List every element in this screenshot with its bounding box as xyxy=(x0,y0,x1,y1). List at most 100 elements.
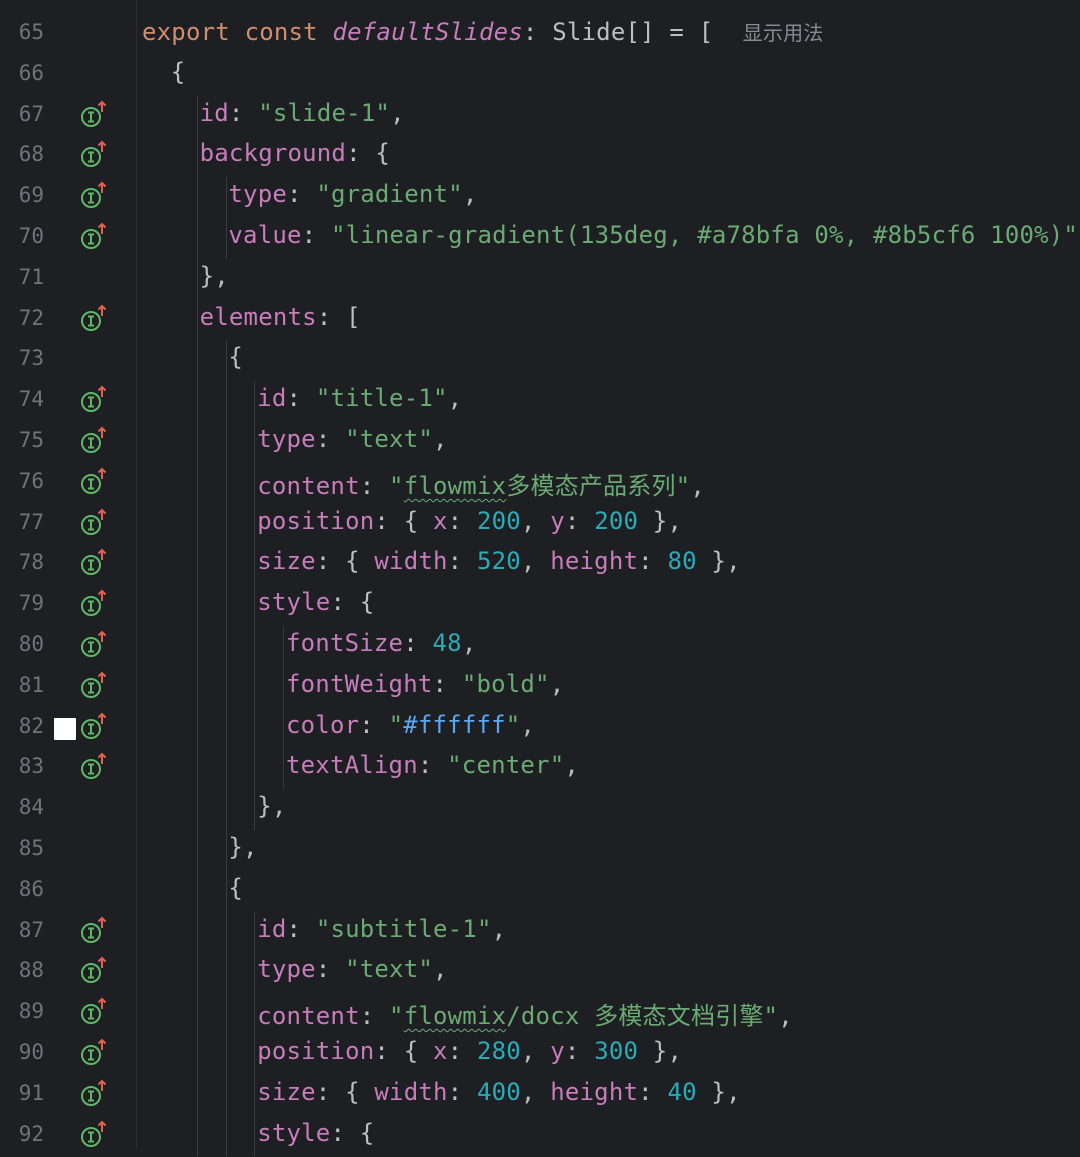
code-text[interactable]: style: { xyxy=(257,1119,374,1147)
code-token: const xyxy=(244,18,318,46)
implementation-up-arrow-icon[interactable] xyxy=(80,100,108,130)
implementation-up-arrow-icon[interactable] xyxy=(80,304,108,334)
code-token: 80 xyxy=(667,547,697,576)
code-token: , xyxy=(778,1002,793,1031)
code-line[interactable]: 91 size: { width: 400, height: 40 }, xyxy=(0,1075,1080,1116)
implementation-up-arrow-icon[interactable] xyxy=(80,630,108,660)
code-text[interactable]: type: "text", xyxy=(257,425,447,453)
code-token: , xyxy=(462,180,478,209)
code-line[interactable]: 76 content: "flowmix多模态产品系列", xyxy=(0,463,1080,504)
code-text[interactable]: type: "text", xyxy=(257,955,447,983)
code-line[interactable]: 84}, xyxy=(0,789,1080,830)
code-line[interactable]: 78 size: { width: 520, height: 80 }, xyxy=(0,544,1080,585)
code-token: export xyxy=(142,18,230,46)
code-text[interactable]: export const defaultSlides: Slide[] = [ … xyxy=(142,17,823,46)
code-text[interactable]: content: "flowmix多模态产品系列", xyxy=(257,466,705,501)
implementation-up-arrow-icon[interactable] xyxy=(80,1038,108,1068)
line-number: 82 xyxy=(18,713,44,738)
code-line[interactable]: 82 color: "#ffffff", xyxy=(0,708,1080,749)
implementation-up-arrow-icon[interactable] xyxy=(80,181,108,211)
code-text[interactable]: value: "linear-gradient(135deg, #a78bfa … xyxy=(228,221,1080,249)
line-number: 73 xyxy=(18,346,44,371)
code-text[interactable]: fontWeight: "bold", xyxy=(286,670,564,698)
implementation-up-arrow-icon[interactable] xyxy=(80,752,108,782)
line-number: 71 xyxy=(18,264,44,289)
code-line[interactable]: 65 export const defaultSlides: Slide[] = … xyxy=(0,14,1080,55)
code-text[interactable]: background: { xyxy=(200,139,390,167)
code-line[interactable]: 79 style: { xyxy=(0,585,1080,626)
code-text[interactable]: { xyxy=(171,58,186,86)
code-token: : { xyxy=(346,139,391,168)
implementation-up-arrow-icon[interactable] xyxy=(80,385,108,415)
code-line[interactable]: 92 style: { xyxy=(0,1116,1080,1157)
code-token: , xyxy=(520,1037,551,1065)
code-text[interactable]: { xyxy=(228,874,243,902)
code-line[interactable]: 86 { xyxy=(0,871,1080,912)
code-line[interactable]: 88 type: "text", xyxy=(0,952,1080,993)
code-text[interactable]: id: "title-1", xyxy=(257,384,462,412)
code-token: position xyxy=(257,506,375,535)
code-line[interactable]: 67 id: "slide-1", xyxy=(0,96,1080,137)
code-line[interactable]: 80 fontSize: 48, xyxy=(0,626,1080,667)
code-token: , xyxy=(564,751,580,780)
code-line[interactable]: 83 textAlign: "center", xyxy=(0,748,1080,789)
code-text[interactable]: }, xyxy=(257,792,286,820)
code-line[interactable]: 81 fontWeight: "bold", xyxy=(0,667,1080,708)
code-line[interactable]: 89 content: "flowmix/docx 多模态文档引擎", xyxy=(0,993,1080,1034)
code-token: "title-1" xyxy=(315,384,448,413)
implementation-up-arrow-icon[interactable] xyxy=(80,997,108,1027)
code-text[interactable]: size: { width: 520, height: 80 }, xyxy=(257,547,741,575)
implementation-up-arrow-icon[interactable] xyxy=(80,956,108,986)
code-line[interactable]: 77 position: { x: 200, y: 200 }, xyxy=(0,504,1080,545)
code-editor[interactable]: 65 export const defaultSlides: Slide[] = … xyxy=(0,0,1080,1157)
code-line[interactable]: 69 type: "gradient", xyxy=(0,177,1080,218)
code-line[interactable]: 87 id: "subtitle-1", xyxy=(0,912,1080,953)
code-line[interactable]: 66 { xyxy=(0,55,1080,96)
implementation-up-arrow-icon[interactable] xyxy=(80,222,108,252)
code-token: , xyxy=(520,1077,551,1106)
implementation-up-arrow-icon[interactable] xyxy=(80,1079,108,1109)
color-swatch-marker[interactable] xyxy=(54,717,76,740)
implementation-up-arrow-icon[interactable] xyxy=(80,589,108,619)
code-text[interactable]: style: { xyxy=(257,588,374,616)
implementation-up-arrow-icon[interactable] xyxy=(80,712,108,742)
code-line[interactable]: 74 id: "title-1", xyxy=(0,381,1080,422)
code-line[interactable]: 72 elements: [ xyxy=(0,300,1080,341)
code-line[interactable]: 90 position: { x: 280, y: 300 }, xyxy=(0,1034,1080,1075)
implementation-up-arrow-icon[interactable] xyxy=(80,508,108,538)
code-line[interactable]: 85}, xyxy=(0,830,1080,871)
code-text[interactable]: type: "gradient", xyxy=(228,180,477,208)
code-text[interactable]: id: "slide-1", xyxy=(200,99,405,127)
code-line[interactable]: 70 value: "linear-gradient(135deg, #a78bf… xyxy=(0,218,1080,259)
code-line[interactable]: 68 background: { xyxy=(0,136,1080,177)
code-token: , xyxy=(433,955,448,984)
code-text[interactable]: { xyxy=(228,343,243,371)
line-number: 72 xyxy=(18,305,44,330)
line-number: 70 xyxy=(18,224,44,248)
code-text[interactable]: position: { x: 280, y: 300 }, xyxy=(257,1037,682,1065)
code-text[interactable]: elements: [ xyxy=(200,303,361,331)
code-text[interactable]: content: "flowmix/docx 多模态文档引擎", xyxy=(257,996,793,1031)
implementation-up-arrow-icon[interactable] xyxy=(80,426,108,456)
implementation-up-arrow-icon[interactable] xyxy=(80,916,108,946)
code-text[interactable]: textAlign: "center", xyxy=(286,751,579,779)
code-text[interactable]: id: "subtitle-1", xyxy=(257,915,506,943)
code-text[interactable]: color: "#ffffff", xyxy=(286,711,535,739)
code-text[interactable]: size: { width: 400, height: 40 }, xyxy=(257,1078,741,1106)
code-text[interactable]: position: { x: 200, y: 200 }, xyxy=(257,507,682,535)
code-token: "bold" xyxy=(461,669,550,698)
code-token: : xyxy=(447,1077,477,1106)
code-line[interactable]: 73 { xyxy=(0,340,1080,381)
code-text[interactable]: }, xyxy=(200,262,229,290)
implementation-up-arrow-icon[interactable] xyxy=(80,1120,108,1150)
code-token: : xyxy=(228,98,259,127)
implementation-up-arrow-icon[interactable] xyxy=(80,548,108,578)
code-text[interactable]: }, xyxy=(228,833,257,861)
line-number: 81 xyxy=(18,672,44,697)
code-line[interactable]: 75 type: "text", xyxy=(0,422,1080,463)
implementation-up-arrow-icon[interactable] xyxy=(80,467,108,497)
code-line[interactable]: 71}, xyxy=(0,259,1080,300)
code-text[interactable]: fontSize: 48, xyxy=(286,629,476,657)
implementation-up-arrow-icon[interactable] xyxy=(80,671,108,701)
implementation-up-arrow-icon[interactable] xyxy=(80,140,108,170)
